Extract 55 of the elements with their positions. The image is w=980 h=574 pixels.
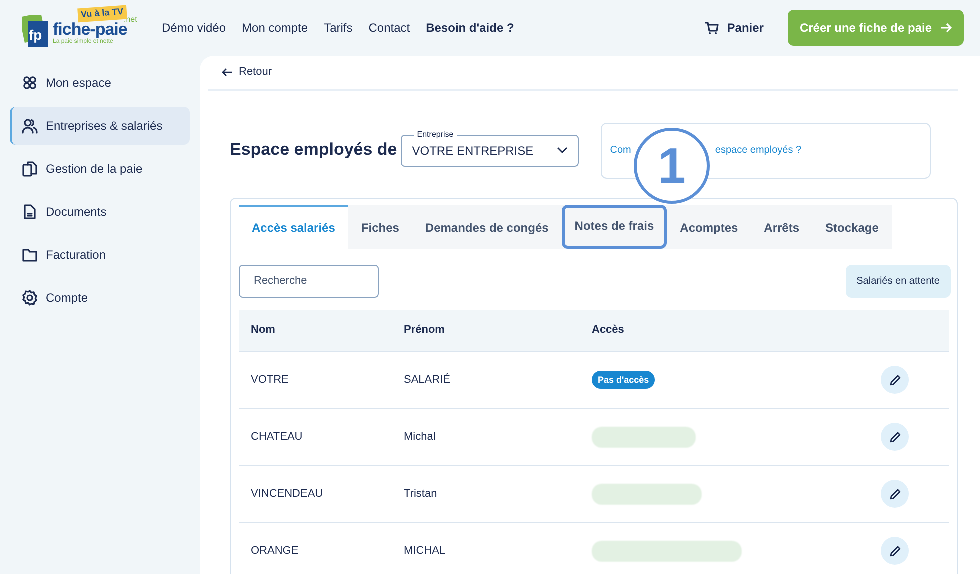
cart-link[interactable]: Panier xyxy=(705,19,764,37)
sidebar-item[interactable]: Facturation xyxy=(10,236,190,274)
tab[interactable]: Notes de frais xyxy=(562,204,668,248)
nav-link[interactable]: Tarifs xyxy=(324,19,353,37)
tab[interactable]: Acomptes xyxy=(667,204,752,248)
sidebar-item[interactable]: Documents xyxy=(10,193,190,231)
table-cell: SALARIÉ xyxy=(392,352,580,408)
column-header: Nom xyxy=(239,310,392,352)
tab[interactable]: Stockage xyxy=(812,204,892,248)
sidebar-item[interactable]: Entreprises & salariés xyxy=(10,107,190,145)
help-link[interactable]: Com xyxy=(610,143,632,158)
nav-link[interactable]: Mon compte xyxy=(242,19,308,37)
folder-icon xyxy=(22,247,38,263)
table-cell: Michal xyxy=(392,408,580,466)
status-badge: Pas d'accès xyxy=(592,370,656,389)
documents-icon xyxy=(22,161,38,177)
file-icon xyxy=(22,204,38,220)
grid-icon xyxy=(22,75,38,91)
sidebar-item[interactable]: Compte xyxy=(10,279,190,317)
sidebar-item[interactable]: Mon espace xyxy=(10,64,190,102)
table-cell: MICHAL xyxy=(392,522,580,574)
tab[interactable]: Arrêts xyxy=(751,204,813,248)
table-cell: Tristan xyxy=(392,466,580,522)
pencil-icon xyxy=(888,430,902,444)
table-cell: ORANGE xyxy=(239,522,392,574)
tab[interactable]: Fiches xyxy=(348,204,412,248)
arrow-right-icon xyxy=(940,23,952,33)
back-link[interactable]: Retour xyxy=(208,56,958,90)
help-link[interactable]: espace employés ? xyxy=(715,143,802,158)
tab[interactable]: Accès salariés xyxy=(239,204,348,248)
pending-employees-button[interactable]: Salariés en attente xyxy=(846,264,951,298)
pencil-icon xyxy=(888,488,902,500)
edit-button[interactable] xyxy=(881,423,909,451)
table-cell: VINCENDEAU xyxy=(239,466,392,522)
nav-link[interactable]: Démo vidéo xyxy=(162,19,226,37)
page-title: Espace employés de xyxy=(230,140,398,161)
search-field[interactable]: Recherche xyxy=(239,264,379,298)
nav-link[interactable]: Contact xyxy=(368,19,410,37)
pencil-icon xyxy=(888,544,902,558)
edit-button[interactable] xyxy=(881,480,909,508)
column-header: Accès xyxy=(580,310,869,352)
chevron-down-icon xyxy=(557,147,568,154)
edit-button[interactable] xyxy=(881,366,909,394)
cart-icon xyxy=(705,22,720,34)
pencil-icon xyxy=(888,374,902,386)
nav-link[interactable]: Besoin d'aide ? xyxy=(426,19,514,37)
sidebar-item[interactable]: Gestion de la paie xyxy=(10,150,190,188)
column-header: Prénom xyxy=(392,310,580,352)
edit-button[interactable] xyxy=(881,537,909,566)
settings-icon xyxy=(22,290,38,306)
arrow-left-icon xyxy=(222,68,233,77)
users-icon xyxy=(22,118,38,134)
tab[interactable]: Demandes de congés xyxy=(412,204,562,248)
table-cell: VOTRE xyxy=(239,352,392,408)
table-cell: CHATEAU xyxy=(239,408,392,466)
